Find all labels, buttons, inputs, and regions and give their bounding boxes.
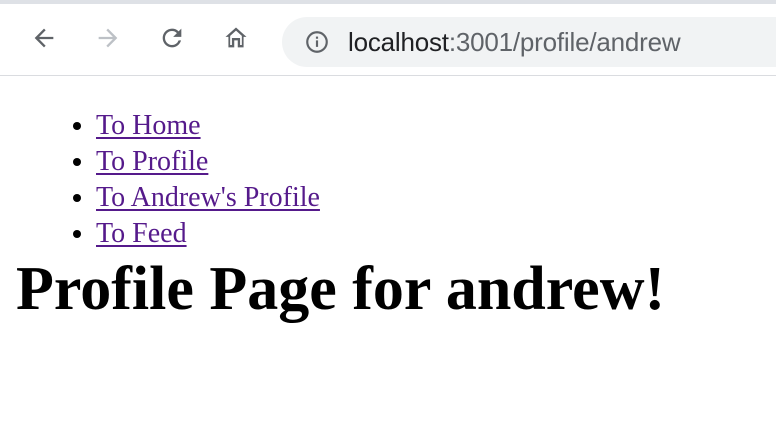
- link-to-profile[interactable]: To Profile: [96, 146, 208, 177]
- forward-button[interactable]: [92, 22, 124, 54]
- back-button[interactable]: [28, 22, 60, 54]
- url-text[interactable]: localhost:3001/profile/andrew: [348, 27, 681, 57]
- browser-toolbar: localhost:3001/profile/andrew: [0, 4, 776, 76]
- list-item: To Andrew's Profile: [96, 180, 320, 216]
- link-to-feed[interactable]: To Feed: [96, 218, 187, 249]
- link-to-andrews-profile[interactable]: To Andrew's Profile: [96, 182, 320, 213]
- address-bar[interactable]: localhost:3001/profile/andrew: [282, 17, 776, 67]
- home-icon: [225, 27, 247, 48]
- reload-icon: [162, 28, 182, 48]
- list-item: To Profile: [96, 144, 320, 180]
- list-item: To Home: [96, 108, 320, 144]
- page-title: Profile Page for andrew!: [16, 255, 666, 323]
- back-arrow-icon: [34, 28, 54, 48]
- nav-link-list: To Home To Profile To Andrew's Profile T…: [56, 108, 320, 252]
- link-to-home[interactable]: To Home: [96, 110, 201, 141]
- url-path: :3001/profile/andrew: [448, 27, 681, 57]
- info-icon[interactable]: [304, 29, 330, 55]
- list-item: To Feed: [96, 216, 320, 252]
- home-button[interactable]: [220, 22, 252, 54]
- forward-arrow-icon: [98, 28, 118, 48]
- url-host: localhost: [348, 27, 449, 57]
- reload-button[interactable]: [156, 22, 188, 54]
- page-content: To Home To Profile To Andrew's Profile T…: [0, 77, 776, 432]
